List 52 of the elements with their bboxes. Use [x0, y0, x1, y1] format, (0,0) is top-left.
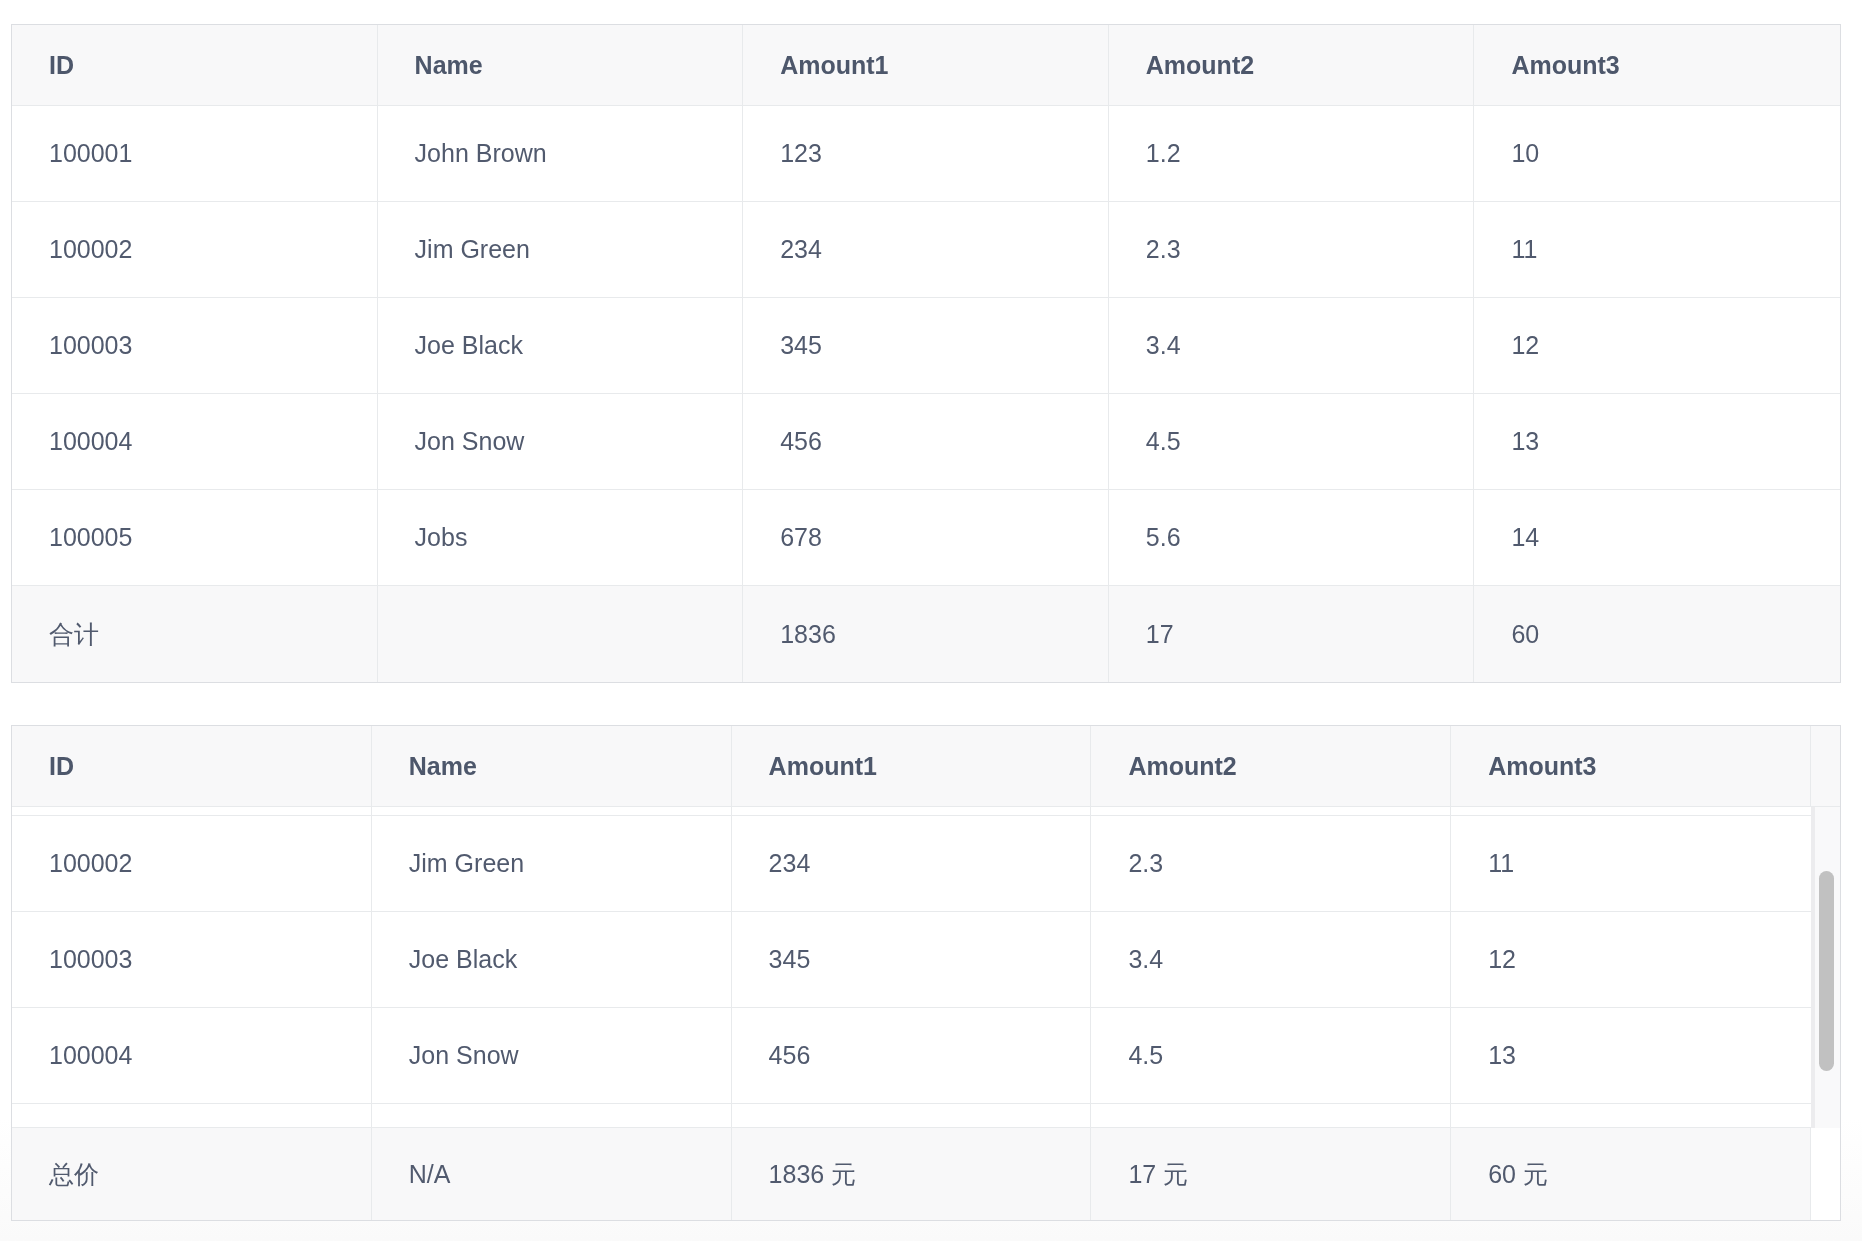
summary-cell: 60 元	[1451, 1128, 1811, 1220]
table-cell: 100004	[12, 394, 378, 490]
table-cell: 678	[743, 490, 1109, 586]
table-cell: 123	[743, 106, 1109, 202]
column-header: Name	[371, 726, 732, 807]
column-header: Amount2	[1108, 25, 1475, 106]
table-cell: Jon Snow	[371, 1008, 732, 1104]
table-cell: 234	[731, 816, 1092, 912]
column-header: Name	[377, 25, 744, 106]
table-cell: 4.5	[1108, 394, 1475, 490]
table-cell: 2.3	[1108, 202, 1475, 298]
table-cell: 100005	[12, 490, 378, 586]
summary-cell: 60	[1474, 586, 1840, 682]
column-header: ID	[12, 726, 372, 807]
table-cell: 345	[731, 912, 1092, 1008]
column-header: Amount3	[1451, 726, 1811, 807]
table-cell: Jon Snow	[377, 394, 744, 490]
table-cell: 100002	[12, 816, 372, 912]
table-cell: 1.2	[1108, 106, 1475, 202]
summary-cell: N/A	[371, 1128, 732, 1220]
table-cell: 100002	[12, 202, 378, 298]
table-cell: 3.4	[1108, 298, 1475, 394]
summary-cell: 17	[1108, 586, 1475, 682]
column-header: Amount2	[1091, 726, 1452, 807]
table-cell: Jim Green	[371, 816, 732, 912]
table-cell: 100003	[12, 298, 378, 394]
table-cell: John Brown	[377, 106, 744, 202]
table-cell: 345	[743, 298, 1109, 394]
summary-cell: 合计	[12, 586, 378, 682]
table-cell: 234	[743, 202, 1109, 298]
table-cell: 456	[743, 394, 1109, 490]
table-cell: 100001	[12, 106, 378, 202]
table-cell: Jim Green	[377, 202, 744, 298]
column-header: ID	[12, 25, 378, 106]
summary-cell: 总价	[12, 1128, 372, 1220]
table-cell: Joe Black	[377, 298, 744, 394]
table-cell: 3.4	[1091, 912, 1452, 1008]
summary-cell: 1836	[743, 586, 1109, 682]
summary-cell: 17 元	[1091, 1128, 1452, 1220]
table-cell: 4.5	[1091, 1008, 1452, 1104]
table-cell: 100003	[12, 912, 372, 1008]
summary-cell: 1836 元	[731, 1128, 1092, 1220]
column-header: Amount3	[1474, 25, 1840, 106]
column-header: Amount1	[731, 726, 1092, 807]
table-cell: 100004	[12, 1008, 372, 1104]
table-cell: Joe Black	[371, 912, 732, 1008]
table-cell: 2.3	[1091, 816, 1452, 912]
table-cell: 456	[731, 1008, 1092, 1104]
scrollbar-thumb[interactable]	[1819, 871, 1834, 1071]
table-cell: Jobs	[377, 490, 744, 586]
table-cell: 5.6	[1108, 490, 1475, 586]
column-header: Amount1	[743, 25, 1109, 106]
